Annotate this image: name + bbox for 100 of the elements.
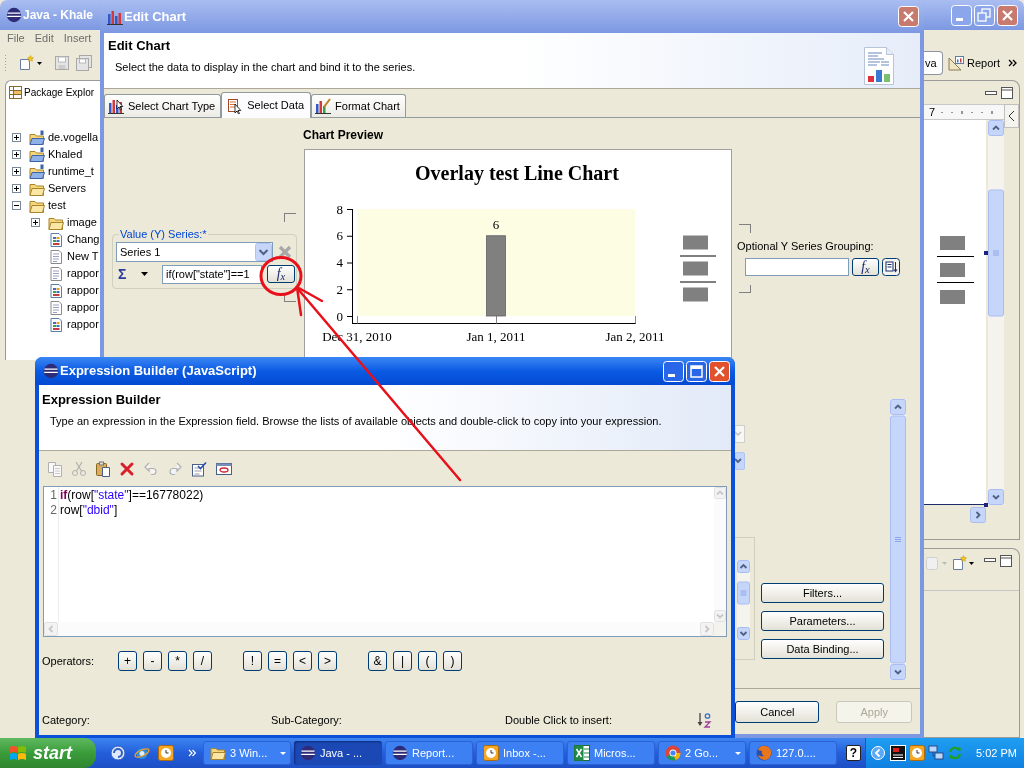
- clock-icon[interactable]: [909, 745, 925, 761]
- tree-item[interactable]: Servers: [48, 182, 86, 195]
- task-button[interactable]: Java - ...: [294, 741, 382, 765]
- tree-item[interactable]: Chang: [67, 233, 100, 246]
- menu-item[interactable]: File: [7, 31, 25, 45]
- maximize-icon[interactable]: [1001, 86, 1013, 99]
- expand-toggle[interactable]: [12, 184, 21, 193]
- operator-button[interactable]: *: [168, 651, 187, 671]
- maximize-button[interactable]: [686, 360, 707, 382]
- tree-item[interactable]: rappor: [67, 284, 99, 297]
- task-button[interactable]: Report...: [385, 741, 473, 765]
- save-all-icon[interactable]: [76, 55, 92, 71]
- dialog-button[interactable]: Cancel: [735, 701, 820, 723]
- tab[interactable]: Select Data: [221, 92, 312, 118]
- save-icon[interactable]: [55, 56, 69, 70]
- vertical-scrollbar[interactable]: [714, 487, 726, 622]
- minimize-icon[interactable]: [984, 558, 996, 562]
- action-button[interactable]: Parameters...: [761, 611, 884, 631]
- operator-button[interactable]: |: [393, 651, 412, 671]
- operator-button[interactable]: <: [293, 651, 312, 671]
- grouping-field[interactable]: [745, 258, 849, 276]
- clock-icon[interactable]: [158, 745, 174, 761]
- new-file-icon[interactable]: [18, 55, 34, 71]
- close-button[interactable]: [997, 4, 1018, 26]
- vertical-scrollbar[interactable]: [988, 120, 1004, 505]
- action-button[interactable]: Filters...: [761, 583, 884, 603]
- series-dropdown[interactable]: Series 1: [116, 242, 273, 262]
- tree-item[interactable]: New T: [67, 250, 99, 263]
- tab[interactable]: Select Chart Type: [104, 94, 222, 117]
- monitor-icon[interactable]: [890, 745, 906, 761]
- browser-icon[interactable]: [134, 745, 150, 761]
- tree-item[interactable]: rappor: [67, 267, 99, 280]
- network-icon[interactable]: [928, 745, 944, 761]
- start-button[interactable]: start: [0, 738, 96, 768]
- caret-icon[interactable]: [141, 272, 148, 276]
- vertical-scrollbar[interactable]: [737, 560, 750, 640]
- perspective-button[interactable]: va: [924, 51, 943, 75]
- dropdown-button[interactable]: [735, 452, 745, 470]
- tree-item[interactable]: rappor: [67, 301, 99, 314]
- minimize-icon[interactable]: [985, 90, 997, 95]
- scroll-right-button[interactable]: [970, 507, 986, 523]
- tree-item[interactable]: runtime_t: [48, 165, 94, 178]
- view-tab[interactable]: Package Explor: [5, 80, 100, 104]
- operator-button[interactable]: -: [143, 651, 162, 671]
- tree-item[interactable]: rappor: [67, 318, 99, 331]
- vertical-scrollbar[interactable]: [890, 399, 906, 680]
- delete-icon[interactable]: [119, 460, 135, 477]
- action-button[interactable]: Data Binding...: [761, 639, 884, 659]
- function-button[interactable]: f$_{x}$: [852, 258, 879, 276]
- perspective-button[interactable]: Report: [948, 51, 1001, 75]
- minimize-button[interactable]: [663, 360, 684, 382]
- expand-toggle[interactable]: [12, 150, 21, 159]
- task-button[interactable]: 3 Win...: [203, 741, 291, 765]
- operator-button[interactable]: !: [243, 651, 262, 671]
- selection-handle[interactable]: [984, 503, 988, 507]
- chevron-icon[interactable]: [1008, 59, 1018, 67]
- tree-item[interactable]: de.vogella: [48, 131, 99, 144]
- new-file-icon[interactable]: [951, 555, 967, 571]
- tab[interactable]: Format Chart: [311, 94, 406, 117]
- restore-button[interactable]: [974, 4, 995, 26]
- tree-item[interactable]: Khaled: [48, 148, 83, 161]
- menu-item[interactable]: Edit: [34, 31, 54, 45]
- minimize-button[interactable]: [951, 4, 972, 26]
- sort-icon[interactable]: [697, 712, 713, 728]
- caret-icon[interactable]: [969, 562, 974, 565]
- selection-handle[interactable]: [984, 251, 988, 255]
- caret-icon[interactable]: [37, 61, 42, 65]
- tree-item[interactable]: image: [67, 216, 97, 229]
- expand-toggle[interactable]: [12, 133, 21, 142]
- operator-button[interactable]: &: [368, 651, 387, 671]
- window-icon[interactable]: [215, 460, 233, 477]
- maximize-icon[interactable]: [1000, 555, 1012, 567]
- expand-toggle[interactable]: [12, 167, 21, 176]
- task-button[interactable]: Inbox -...: [476, 741, 564, 765]
- expression-field[interactable]: if(row["state"]==1: [162, 264, 262, 284]
- checklist-icon[interactable]: [191, 460, 207, 477]
- dropdown-button[interactable]: [255, 243, 272, 261]
- function-button[interactable]: f$_{x}$: [267, 265, 295, 283]
- expand-toggle[interactable]: [31, 218, 40, 227]
- task-button[interactable]: Micros...: [567, 741, 655, 765]
- operator-button[interactable]: =: [268, 651, 287, 671]
- close-button[interactable]: [709, 360, 730, 382]
- operator-button[interactable]: +: [118, 651, 137, 671]
- help-icon[interactable]: ?: [846, 745, 861, 761]
- horizontal-scrollbar[interactable]: [44, 622, 714, 636]
- expression-editor[interactable]: 1 2 if(row["state"]==16778022) row["dbid"]: [43, 486, 727, 637]
- operator-button[interactable]: (: [418, 651, 437, 671]
- expand-toggle[interactable]: [12, 201, 21, 210]
- operator-button[interactable]: ): [443, 651, 462, 671]
- tree-item[interactable]: test: [48, 199, 66, 212]
- task-button[interactable]: 2 Go...: [658, 741, 746, 765]
- operator-button[interactable]: >: [318, 651, 337, 671]
- menu-item[interactable]: Insert: [63, 31, 92, 45]
- swirl-icon[interactable]: [110, 745, 126, 761]
- close-button[interactable]: [898, 6, 919, 27]
- task-button[interactable]: 127.0....: [749, 741, 837, 765]
- aggregate-button[interactable]: Σ: [118, 266, 148, 282]
- sort-button[interactable]: [882, 258, 900, 276]
- paste-icon[interactable]: [95, 460, 111, 477]
- operator-button[interactable]: /: [193, 651, 212, 671]
